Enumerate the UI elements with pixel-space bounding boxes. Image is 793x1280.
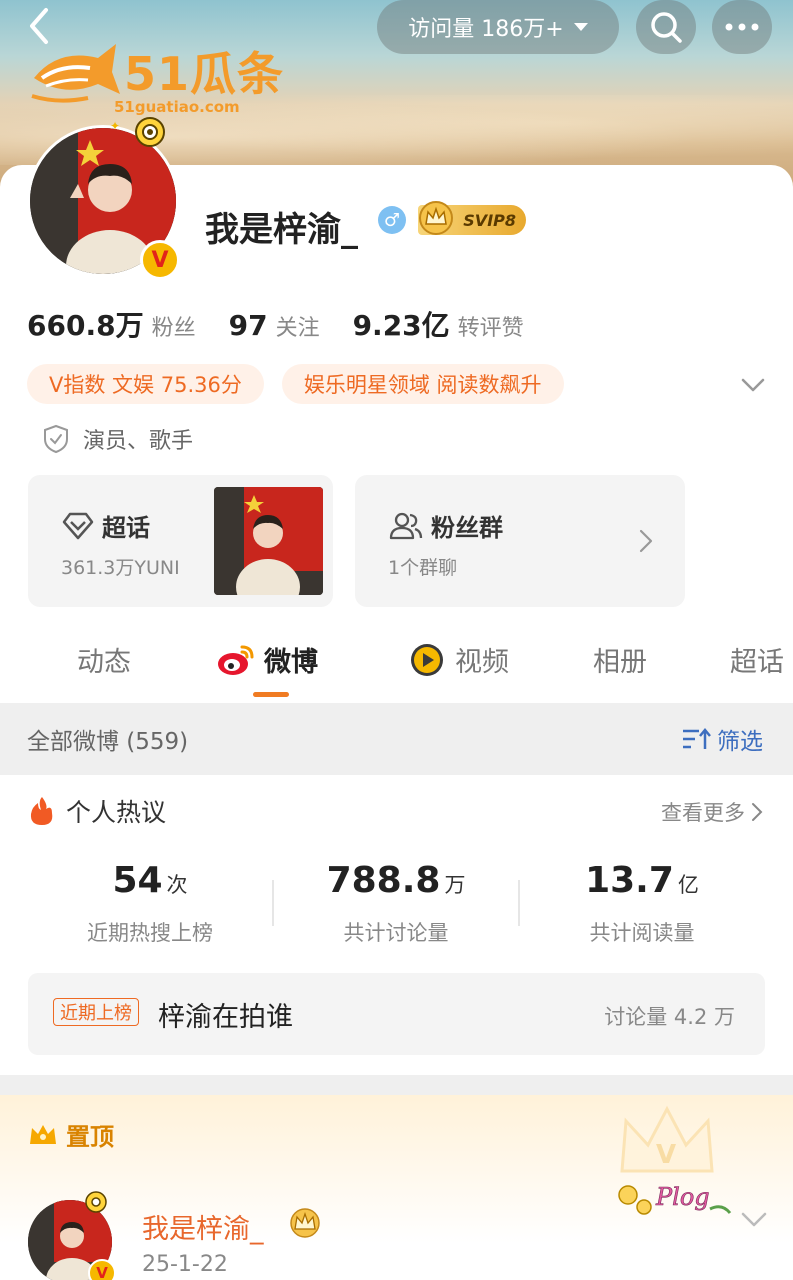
domain-tag[interactable]: 娱乐明星领域 阅读数飙升 xyxy=(281,364,564,404)
tab-weibo[interactable]: 微博 xyxy=(216,640,318,679)
chevron-down-icon[interactable] xyxy=(740,372,766,398)
following-stat[interactable]: 97 关注 xyxy=(229,309,320,342)
hot-stat-discussion[interactable]: 788.8 万 共计讨论量 xyxy=(271,860,521,947)
filter-button[interactable]: 筛选 xyxy=(681,722,763,756)
hot-stat-unit: 次 xyxy=(166,873,188,897)
svip-crown-icon xyxy=(419,201,453,235)
stat-label: 转评赞 xyxy=(457,316,524,341)
hot-stat-value: 788.8 xyxy=(326,860,441,901)
flame-icon xyxy=(30,797,53,825)
role-text: 演员、歌手 xyxy=(83,429,194,454)
watermark-logo: 51瓜条 51guatiao.com xyxy=(28,38,308,118)
see-more-link[interactable]: 查看更多 xyxy=(661,797,763,827)
caret-down-icon xyxy=(573,23,588,31)
verified-v-icon: V xyxy=(88,1259,116,1280)
hot-topic-row[interactable]: 近期上榜 梓渝在拍谁 讨论量 4.2 万 xyxy=(28,973,765,1055)
active-tab-indicator xyxy=(253,692,289,697)
vip-crown-icon xyxy=(290,1208,320,1238)
search-button[interactable] xyxy=(636,0,696,54)
profile-stats: 660.8万 粉丝 97 关注 9.23亿 转评赞 xyxy=(27,304,557,344)
fan-group-count: 1个群聊 xyxy=(388,557,458,579)
hot-topics-section: 个人热议 查看更多 54 次 近期热搜上榜 788.8 万 共计讨论量 13.7 亿 … xyxy=(0,775,793,1075)
profile-name: 我是梓渝_ xyxy=(205,210,358,250)
hot-topics-header: 个人热议 xyxy=(28,793,166,829)
verified-v-icon: V xyxy=(140,240,180,280)
tab-feed[interactable]: 动态 xyxy=(77,640,131,679)
fan-group-card[interactable]: 粉丝群 1个群聊 xyxy=(355,475,685,607)
stat-value: 660.8万 xyxy=(27,309,144,342)
tab-label: 相册 xyxy=(593,647,647,678)
hot-topics-title: 个人热议 xyxy=(66,798,167,827)
svg-text:✦: ✦ xyxy=(110,119,120,133)
chevron-right-icon xyxy=(752,803,763,821)
engagement-stat[interactable]: 9.23亿 转评赞 xyxy=(353,304,524,344)
hot-stat-unit: 万 xyxy=(444,873,466,897)
tab-label: 视频 xyxy=(455,647,509,678)
group-users-icon xyxy=(389,512,423,539)
plog-text: Plog xyxy=(655,1183,710,1211)
supertopic-thumbnail xyxy=(214,487,323,595)
supertopic-card[interactable]: 超话 361.3万YUNI xyxy=(28,475,333,607)
visits-dropdown[interactable]: 访问量 186万+ xyxy=(377,0,619,54)
supertopic-title: 超话 xyxy=(102,514,150,542)
tab-video[interactable]: 视频 xyxy=(407,640,509,679)
visits-label: 访问量 186万+ xyxy=(408,17,564,42)
chevron-right-icon xyxy=(639,529,653,553)
hot-topic-title: 梓渝在拍谁 xyxy=(158,1002,293,1033)
hot-stat-label: 近期热搜上榜 xyxy=(87,921,213,945)
filter-label: 筛选 xyxy=(717,729,763,755)
avatar-sticker-icon: ✦ xyxy=(110,117,165,147)
avatar-sticker-icon xyxy=(85,1191,107,1213)
section-separator xyxy=(0,1075,793,1095)
hot-topic-discussion: 讨论量 4.2 万 xyxy=(604,1005,735,1029)
profile-tags: V指数 文娱 75.36分 娱乐明星领域 阅读数飙升 xyxy=(27,364,564,404)
hot-stat-reads[interactable]: 13.7 亿 共计阅读量 xyxy=(517,860,767,947)
post-author-name[interactable]: 我是梓渝_ xyxy=(142,1207,264,1246)
more-options-button[interactable] xyxy=(712,0,772,54)
tab-label: 微博 xyxy=(264,647,318,678)
hot-stat-value: 13.7 xyxy=(585,860,674,901)
post-date: 25-1-22 xyxy=(142,1252,228,1277)
tab-album[interactable]: 相册 xyxy=(593,640,647,679)
shield-check-icon xyxy=(44,424,68,454)
filter-icon xyxy=(683,728,711,749)
chevron-down-icon[interactable] xyxy=(740,1207,768,1231)
followers-stat[interactable]: 660.8万 粉丝 xyxy=(27,304,196,344)
pinned-header: 置顶 xyxy=(28,1117,114,1152)
hot-stat-label: 共计讨论量 xyxy=(343,921,449,945)
search-icon xyxy=(651,12,682,43)
tab-label: 动态 xyxy=(77,647,131,678)
tab-label: 超话 xyxy=(730,647,784,678)
diamond-icon xyxy=(62,512,94,539)
hot-stat-value: 54 xyxy=(112,860,163,901)
plog-sticker-icon: Plog xyxy=(618,1183,732,1215)
stat-label: 关注 xyxy=(275,316,320,341)
pinned-post: V 置顶 Plog V 我是梓渝_ 25-1-22 xyxy=(0,1095,793,1280)
stat-value: 97 xyxy=(228,309,268,342)
hot-stat-trending[interactable]: 54 次 近期热搜上榜 xyxy=(25,860,275,947)
svg-text:V: V xyxy=(656,1140,676,1170)
watermark-fish-icon xyxy=(31,44,120,103)
see-more-label: 查看更多 xyxy=(661,801,745,825)
profile-tabs: 动态 微博 视频 相册 超话 xyxy=(0,630,793,702)
video-play-icon xyxy=(411,643,443,676)
pinned-label: 置顶 xyxy=(66,1123,114,1151)
filter-bar: 全部微博 (559) 筛选 xyxy=(0,703,793,775)
more-dots-icon xyxy=(725,23,759,31)
crown-icon xyxy=(30,1124,56,1144)
watermark-text: 51瓜条 xyxy=(124,47,285,101)
weibo-logo-icon xyxy=(218,645,254,675)
hot-stat-unit: 亿 xyxy=(677,873,699,897)
tab-supertopic[interactable]: 超话 xyxy=(730,640,784,679)
profile-role: 演员、歌手 xyxy=(43,423,193,455)
supertopic-count: 361.3万YUNI xyxy=(61,557,180,579)
male-gender-icon: ♂ xyxy=(378,206,406,234)
fan-group-title: 粉丝群 xyxy=(431,514,503,542)
all-posts-count[interactable]: 全部微博 (559) xyxy=(27,722,188,756)
v-index-tag[interactable]: V指数 文娱 75.36分 xyxy=(27,364,264,404)
stat-label: 粉丝 xyxy=(151,316,196,341)
hot-stat-label: 共计阅读量 xyxy=(589,921,695,945)
recent-trending-badge: 近期上榜 xyxy=(53,998,139,1026)
stat-value: 9.23亿 xyxy=(352,309,450,342)
